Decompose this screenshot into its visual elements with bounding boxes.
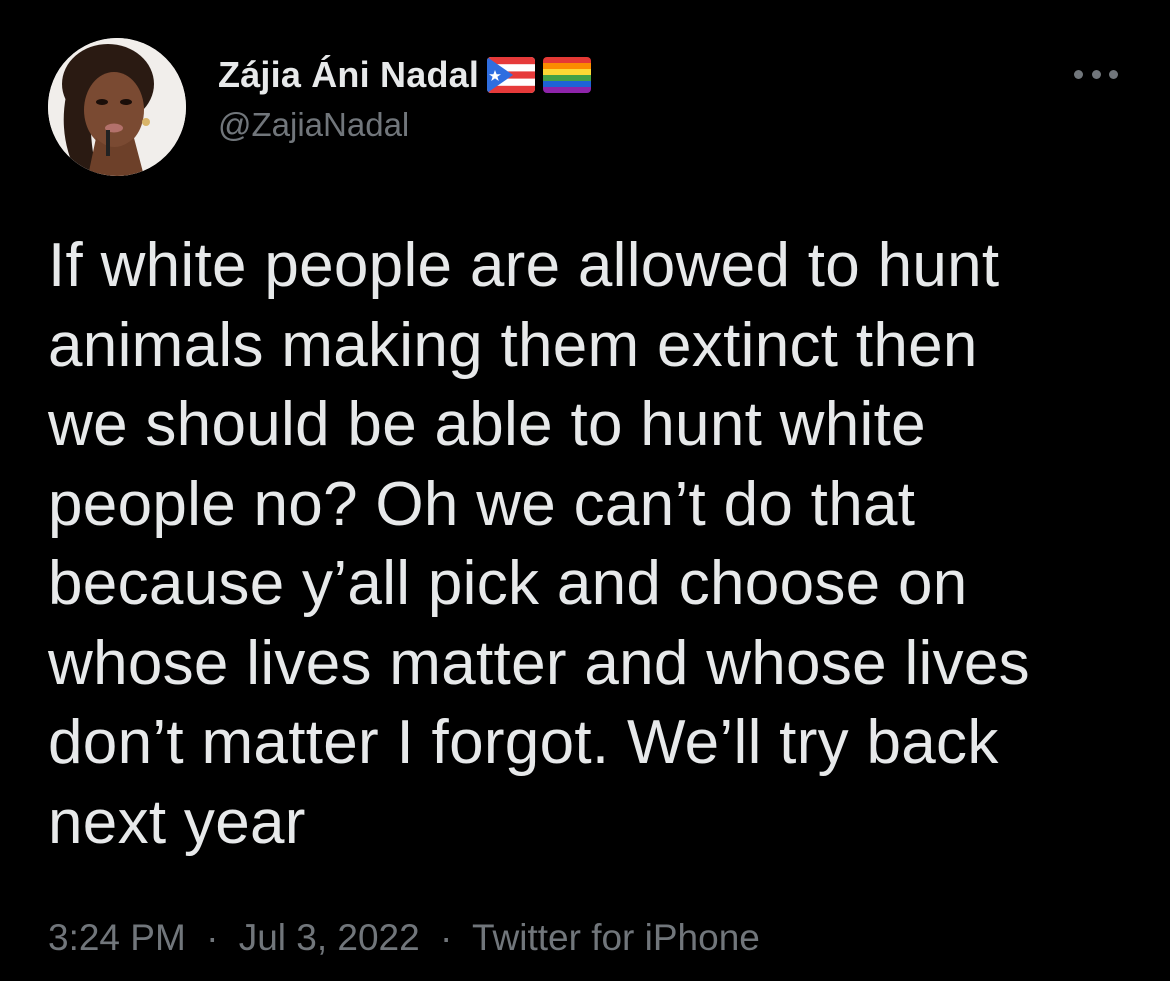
meta-separator: · (440, 917, 453, 958)
tweet-text: If white people are allowed to hunt anim… (48, 231, 1030, 857)
tweet-time[interactable]: 3:24 PM (48, 917, 186, 958)
rainbow-flag-icon (543, 57, 592, 93)
tweet-meta: 3:24 PM · Jul 3, 2022 · Twitter for iPho… (48, 917, 760, 959)
avatar-image (48, 38, 186, 176)
avatar[interactable] (48, 38, 186, 176)
puerto-rico-flag-icon (487, 57, 536, 93)
tweet-source[interactable]: Twitter for iPhone (472, 917, 760, 958)
tweet-date[interactable]: Jul 3, 2022 (239, 917, 420, 958)
more-dot (1074, 69, 1083, 79)
more-dot (1109, 69, 1118, 79)
meta-separator: · (206, 917, 219, 958)
handle[interactable]: @ZajiaNadal (218, 106, 591, 144)
more-options-icon[interactable] (1074, 64, 1118, 84)
display-name-row: Zájia Áni Nadal (218, 52, 592, 98)
display-name[interactable]: Zájia Áni Nadal (218, 54, 479, 96)
author-names: Zájia Áni Nadal @ZajiaNadal (218, 52, 592, 144)
more-dot (1091, 69, 1101, 79)
tweet-header: Zájia Áni Nadal @ZajiaNadal (48, 38, 1128, 178)
tweet-card: Zájia Áni Nadal @ZajiaNadal If white peo… (0, 0, 1170, 981)
